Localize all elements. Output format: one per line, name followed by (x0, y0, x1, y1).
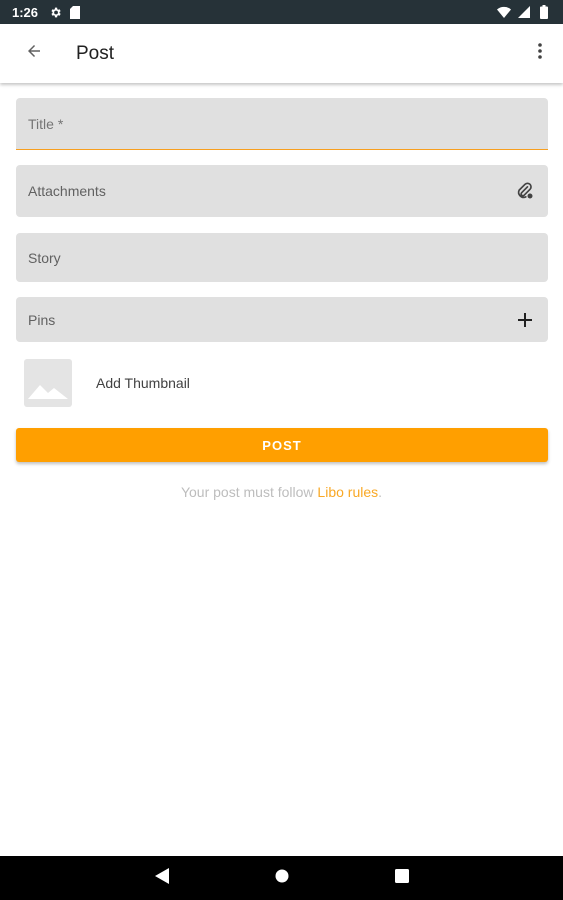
status-time: 1:26 (12, 4, 39, 20)
story-field[interactable]: Story (16, 233, 548, 282)
settings-icon (48, 5, 62, 19)
wifi-icon (497, 5, 511, 19)
more-vert-icon (538, 43, 542, 64)
more-options-button[interactable] (529, 34, 551, 74)
app-bar: Post (0, 24, 563, 83)
nav-home-icon (275, 869, 289, 888)
nav-recents-icon (394, 868, 409, 888)
rules-link[interactable]: Libo rules (317, 484, 378, 500)
post-button-label: POST (262, 437, 302, 453)
attach-icon[interactable] (514, 180, 536, 202)
attachments-field-label: Attachments (28, 183, 106, 199)
rules-notice: Your post must follow Libo rules. (0, 484, 563, 500)
nav-back-icon (154, 867, 169, 889)
arrow-back-icon (25, 42, 43, 65)
add-thumbnail-button[interactable]: Add Thumbnail (24, 359, 190, 407)
plus-icon[interactable] (514, 309, 536, 331)
image-placeholder-icon (24, 359, 72, 407)
pins-field[interactable]: Pins (16, 297, 548, 342)
page-title: Post (76, 42, 115, 64)
nav-home-button[interactable] (262, 858, 302, 898)
post-button[interactable]: POST (16, 428, 548, 462)
rules-suffix: . (378, 484, 383, 500)
navigation-bar (0, 856, 563, 900)
nav-recents-button[interactable] (382, 858, 422, 898)
add-thumbnail-label: Add Thumbnail (96, 375, 190, 391)
title-field[interactable]: Title * (16, 98, 548, 150)
status-bar: 1:26 (0, 0, 563, 24)
battery-icon (537, 5, 551, 19)
nav-back-button[interactable] (142, 858, 182, 898)
story-field-label: Story (28, 249, 61, 266)
signal-icon (517, 5, 531, 19)
back-button[interactable] (14, 34, 54, 74)
attachments-field[interactable]: Attachments (16, 165, 548, 217)
pins-field-label: Pins (28, 311, 56, 328)
title-field-label: Title * (28, 115, 64, 132)
rules-prefix: Your post must follow (180, 484, 318, 500)
sd-card-icon (68, 5, 82, 19)
